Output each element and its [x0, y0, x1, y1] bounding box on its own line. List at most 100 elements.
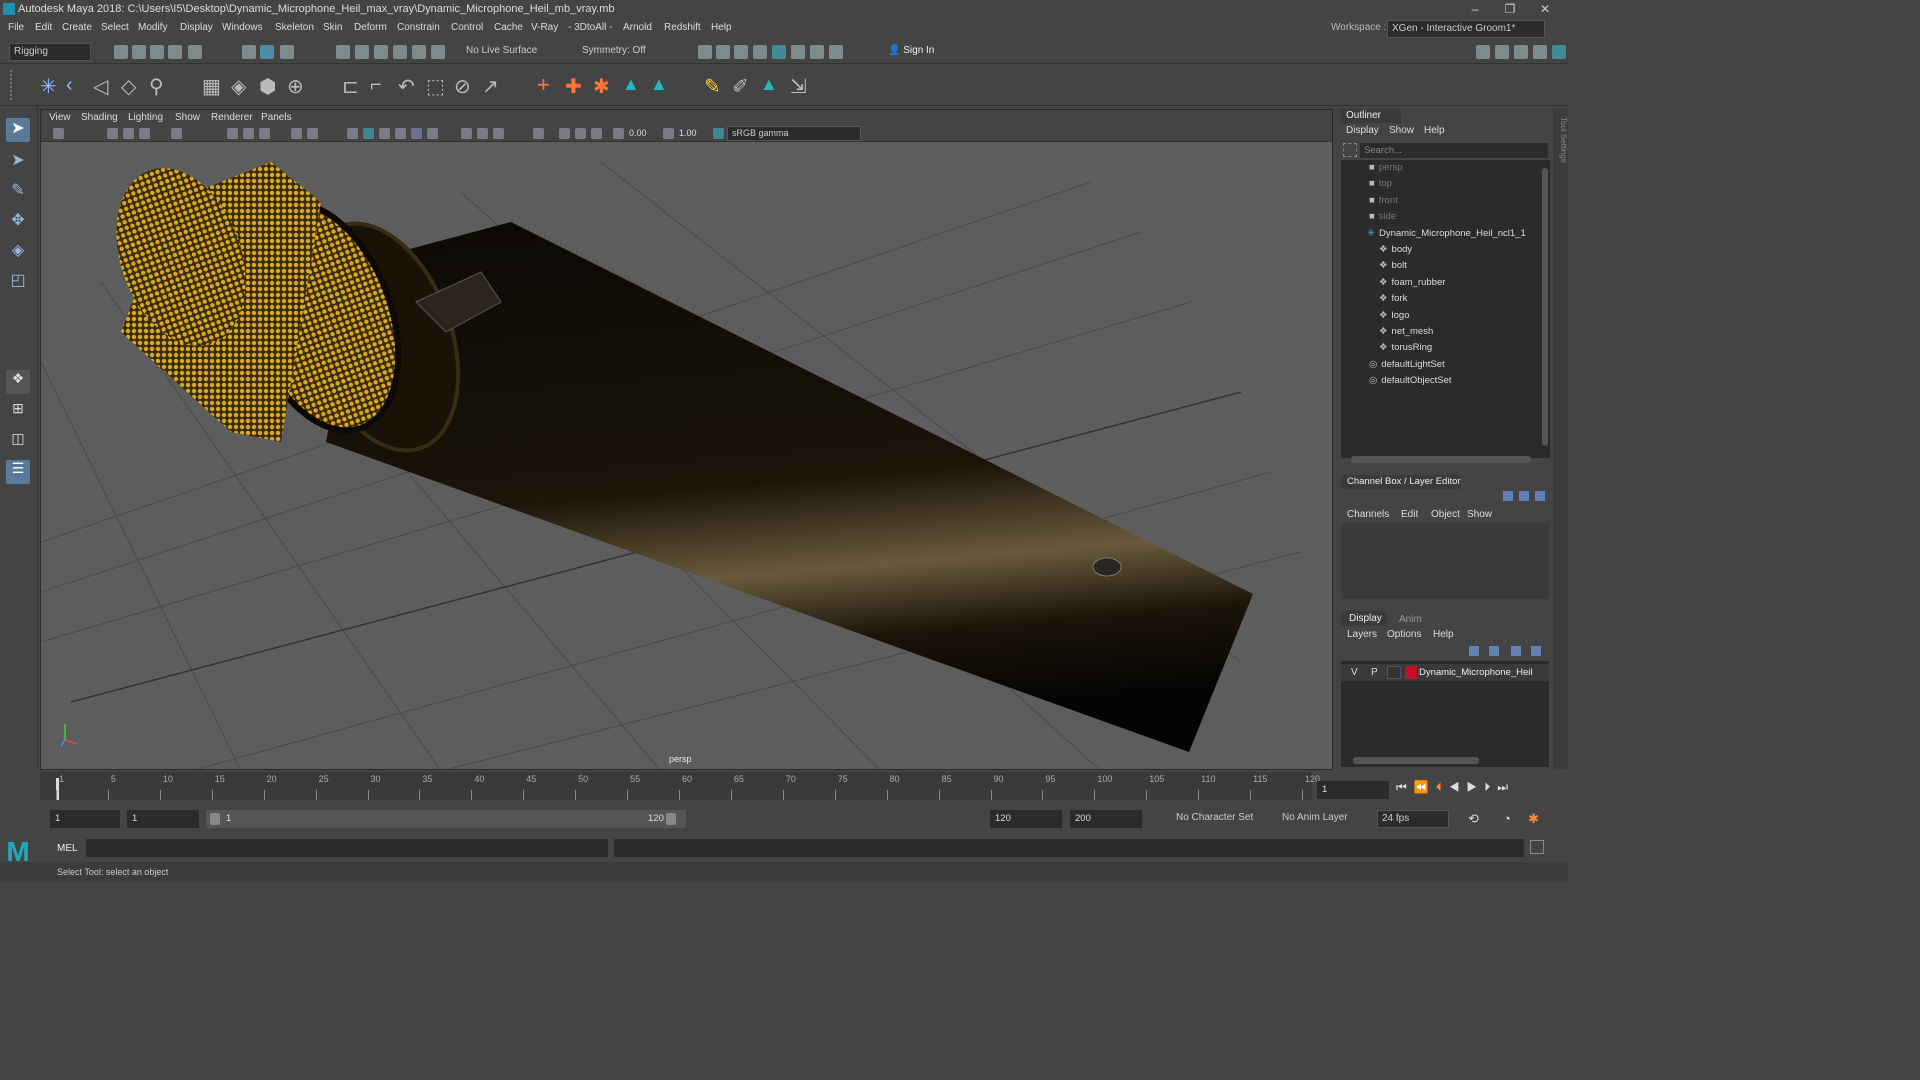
- aim-constraint-icon[interactable]: ⊘: [454, 74, 471, 99]
- playback-end-field[interactable]: 120: [990, 810, 1062, 828]
- select-component-icon[interactable]: [280, 45, 294, 59]
- arnold-render-icon[interactable]: ▲: [622, 74, 640, 95]
- outliner-item[interactable]: ◎ defaultObjectSet: [1369, 373, 1452, 389]
- outliner-tab[interactable]: Outliner: [1341, 109, 1401, 123]
- camera-select-icon[interactable]: [53, 128, 64, 139]
- sign-in-button[interactable]: 👤 Sign In: [884, 43, 980, 61]
- snap-curve-icon[interactable]: [355, 45, 369, 59]
- gamma-icon[interactable]: [663, 128, 674, 139]
- menu-skeleton[interactable]: Skeleton: [275, 22, 314, 33]
- paint-weights-icon[interactable]: ✎: [704, 74, 721, 99]
- snap-vertex-icon[interactable]: [431, 45, 445, 59]
- anim-layer-dropdown[interactable]: No Anim Layer: [1278, 810, 1370, 828]
- menu-create[interactable]: Create: [62, 22, 92, 33]
- light-editor-icon[interactable]: [810, 45, 824, 59]
- loop-icon[interactable]: ⟲: [1468, 811, 1479, 827]
- mode-dropdown[interactable]: Rigging: [9, 43, 91, 61]
- snap-grid-icon[interactable]: [336, 45, 350, 59]
- outliner-item[interactable]: ❖ fork: [1379, 291, 1407, 307]
- menu-3dtoall[interactable]: - 3DtoAll -: [568, 22, 612, 33]
- step-forward-frame-icon[interactable]: ⏵: [1484, 780, 1497, 794]
- color-management-icon[interactable]: [713, 128, 724, 139]
- color-space-dropdown[interactable]: sRGB gamma: [727, 126, 861, 141]
- ik-handle-icon[interactable]: ‹: [66, 74, 73, 97]
- bookmark-icon[interactable]: [123, 128, 134, 139]
- snap-point-icon[interactable]: [374, 45, 388, 59]
- orient-constraint-icon[interactable]: ↶: [398, 74, 415, 99]
- symmetry-field[interactable]: Symmetry: Off: [578, 43, 656, 61]
- minimize-icon[interactable]: –: [1460, 0, 1490, 18]
- set-key-icon[interactable]: ✚: [565, 74, 582, 99]
- pole-vector-icon[interactable]: ↗: [482, 74, 499, 99]
- four-view-icon[interactable]: ⊞: [6, 400, 30, 424]
- film-gate-icon[interactable]: [243, 128, 254, 139]
- select-object-icon[interactable]: [260, 45, 274, 59]
- tool-settings-toggle-icon[interactable]: [1535, 491, 1545, 501]
- layer-color-swatch[interactable]: [1405, 666, 1417, 679]
- safe-title-icon[interactable]: [307, 128, 318, 139]
- step-back-key-icon[interactable]: ⏪: [1414, 780, 1436, 794]
- wireframe-icon[interactable]: [347, 128, 358, 139]
- parent-constraint-icon[interactable]: ⊏: [342, 74, 359, 99]
- outliner-menu-help[interactable]: Help: [1424, 125, 1445, 136]
- outliner-v-scrollbar[interactable]: [1542, 168, 1548, 446]
- vp-menu-renderer[interactable]: Renderer: [211, 112, 253, 123]
- vp-menu-lighting[interactable]: Lighting: [128, 112, 163, 123]
- textured-icon[interactable]: [395, 128, 406, 139]
- menu-file[interactable]: File: [8, 22, 24, 33]
- move-layer-down-icon[interactable]: [1489, 646, 1499, 656]
- point-constraint-icon[interactable]: ⌐: [370, 74, 382, 97]
- render-view-icon[interactable]: [791, 45, 805, 59]
- layout-icon[interactable]: [1552, 45, 1566, 59]
- outliner-item[interactable]: ■ persp: [1369, 160, 1403, 176]
- character-icon[interactable]: ✱: [593, 74, 610, 99]
- bind-skin-icon[interactable]: ◇: [121, 74, 136, 99]
- workspace-dropdown[interactable]: XGen - Interactive Groom1*: [1387, 20, 1545, 38]
- menu-arnold[interactable]: Arnold: [623, 22, 652, 33]
- channel-box-icon[interactable]: [1533, 45, 1547, 59]
- microphone-mesh[interactable]: [93, 150, 1253, 752]
- layer-menu-help[interactable]: Help: [1433, 629, 1454, 640]
- two-view-icon[interactable]: ◫: [6, 430, 30, 454]
- outliner-item[interactable]: ■ side: [1369, 209, 1396, 225]
- locator-icon[interactable]: +: [537, 72, 550, 98]
- channel-box-tab[interactable]: Channel Box / Layer Editor: [1341, 475, 1461, 489]
- layer-type-toggle[interactable]: [1387, 666, 1401, 679]
- time-slider[interactable]: 1 5 10 15 20 25 30 35 40 45 50 55 60 65 70 75 80 85 90 95 10…: [40, 772, 1320, 800]
- outliner-item[interactable]: ✳ Dynamic_Microphone_Heil_ncl1_1: [1367, 226, 1526, 242]
- anti-aliasing-icon[interactable]: [493, 128, 504, 139]
- layer-tab-display[interactable]: Display: [1341, 611, 1387, 626]
- outliner-item[interactable]: ■ front: [1369, 193, 1398, 209]
- outliner-h-scrollbar[interactable]: [1351, 456, 1531, 463]
- layer-visibility-toggle[interactable]: V: [1351, 667, 1358, 678]
- layer-name[interactable]: Dynamic_Microphone_Heil: [1419, 667, 1533, 678]
- outliner-item[interactable]: ❖ foam_rubber: [1379, 275, 1445, 291]
- grid-toggle-icon[interactable]: [227, 128, 238, 139]
- attribute-editor-icon[interactable]: [1495, 45, 1509, 59]
- render-frame-icon[interactable]: [698, 45, 712, 59]
- outliner-search-input[interactable]: Search...: [1360, 143, 1548, 158]
- go-to-start-icon[interactable]: ⏮: [1396, 780, 1414, 794]
- outliner-menu-display[interactable]: Display: [1346, 125, 1379, 136]
- layer-menu-options[interactable]: Options: [1387, 629, 1421, 640]
- render-sequence-icon[interactable]: [716, 45, 730, 59]
- move-layer-up-icon[interactable]: [1469, 646, 1479, 656]
- image-plane-icon[interactable]: [139, 128, 150, 139]
- auto-key-icon[interactable]: ◔: [1503, 811, 1511, 826]
- modeling-toolkit-icon[interactable]: [1476, 45, 1490, 59]
- viewport-persp[interactable]: View Shading Lighting Show Renderer Pane…: [40, 109, 1333, 770]
- new-scene-icon[interactable]: [114, 45, 128, 59]
- safe-action-icon[interactable]: [291, 128, 302, 139]
- play-forward-icon[interactable]: ▶: [1467, 780, 1485, 794]
- outliner-filter-icon[interactable]: [1343, 143, 1357, 157]
- close-icon[interactable]: ✕: [1530, 0, 1560, 18]
- layer-h-scrollbar[interactable]: [1353, 757, 1479, 764]
- use-all-lights-icon[interactable]: [411, 128, 422, 139]
- render-settings-icon[interactable]: [753, 45, 767, 59]
- lattice-icon[interactable]: ▦: [202, 74, 221, 99]
- current-frame-field[interactable]: 1: [1317, 781, 1389, 799]
- menu-deform[interactable]: Deform: [354, 22, 387, 33]
- single-view-icon[interactable]: ❖: [6, 370, 30, 394]
- resolution-gate-icon[interactable]: [259, 128, 270, 139]
- animation-start-field[interactable]: 1: [50, 810, 120, 828]
